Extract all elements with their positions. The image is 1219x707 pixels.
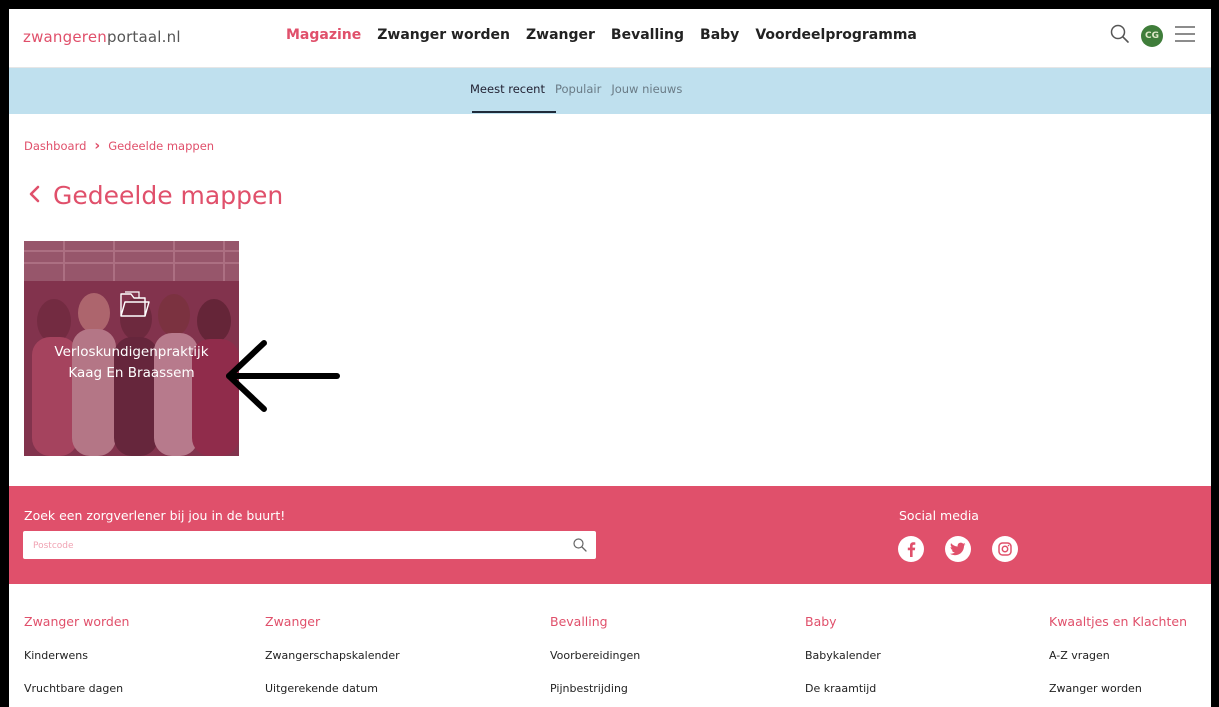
active-tab-indicator [472, 111, 556, 113]
menu-icon[interactable] [1173, 23, 1197, 49]
sub-nav-tabs: Meest recent Populair Jouw nieuws [470, 82, 692, 96]
footer-heading[interactable]: Kwaaltjes en Klachten [1049, 614, 1187, 632]
site-header: zwangerenportaal.nl Magazine Zwanger wor… [9, 9, 1211, 68]
header-actions: CG [1109, 23, 1197, 49]
footer-link[interactable]: Voorbereidingen [550, 649, 640, 666]
nav-zwanger[interactable]: Zwanger [526, 27, 595, 43]
folder-name: Verloskundigenpraktijk Kaag En Braassem [24, 342, 239, 384]
footer-link[interactable]: Zwanger worden [1049, 682, 1187, 699]
folder-icon [115, 286, 151, 326]
search-icon[interactable] [1109, 23, 1131, 49]
footer-column-zwanger: Zwanger Zwangerschapskalender Uitgereken… [265, 614, 400, 707]
tab-jouw-nieuws[interactable]: Jouw nieuws [611, 82, 682, 96]
facebook-icon[interactable] [898, 536, 924, 562]
footer-link[interactable]: Pijnbestrijding [550, 682, 640, 699]
social-media-title: Social media [899, 508, 979, 523]
browser-page: zwangerenportaal.nl Magazine Zwanger wor… [9, 9, 1211, 707]
logo-part-1: zwangeren [23, 28, 107, 46]
nav-baby[interactable]: Baby [700, 27, 739, 43]
provider-search-title: Zoek een zorgverlener bij jou in de buur… [24, 508, 286, 523]
footer-link[interactable]: A-Z vragen [1049, 649, 1187, 666]
footer-link[interactable]: Zwangerschapskalender [265, 649, 400, 666]
footer-column-baby: Baby Babykalender De kraamtijd [805, 614, 881, 707]
breadcrumb-dashboard[interactable]: Dashboard [24, 139, 86, 153]
footer-heading[interactable]: Zwanger [265, 614, 400, 632]
page-title-text: Gedeelde mappen [53, 181, 284, 210]
avatar[interactable]: CG [1141, 25, 1163, 47]
folder-name-line-1: Verloskundigenpraktijk [54, 344, 209, 360]
nav-magazine[interactable]: Magazine [286, 27, 361, 43]
footer-heading[interactable]: Baby [805, 614, 881, 632]
postcode-search [23, 531, 596, 559]
twitter-icon[interactable] [945, 536, 971, 562]
social-links [898, 536, 1018, 562]
chevron-right-icon: › [94, 138, 101, 154]
breadcrumb-gedeelde-mappen[interactable]: Gedeelde mappen [108, 139, 214, 153]
search-icon[interactable] [572, 537, 588, 557]
footer-heading[interactable]: Zwanger worden [24, 614, 129, 632]
folder-name-line-2: Kaag En Braassem [68, 365, 195, 381]
tab-meest-recent[interactable]: Meest recent [470, 82, 545, 96]
page-title: Gedeelde mappen [27, 181, 283, 210]
provider-search-band: Zoek een zorgverlener bij jou in de buur… [9, 486, 1211, 584]
footer-link[interactable]: De kraamtijd [805, 682, 881, 699]
shared-folder-card[interactable]: Verloskundigenpraktijk Kaag En Braassem [24, 241, 239, 456]
footer-link[interactable]: Vruchtbare dagen [24, 682, 129, 699]
footer-link[interactable]: Uitgerekende datum [265, 682, 400, 699]
footer-link[interactable]: Babykalender [805, 649, 881, 666]
site-logo[interactable]: zwangerenportaal.nl [23, 28, 181, 46]
annotation-arrow-icon [226, 340, 340, 412]
breadcrumb: Dashboard › Gedeelde mappen [24, 138, 214, 154]
logo-part-2: portaal.nl [106, 28, 181, 46]
footer-heading[interactable]: Bevalling [550, 614, 640, 632]
footer-link[interactable]: Kinderwens [24, 649, 129, 666]
back-chevron-icon[interactable] [27, 181, 41, 210]
main-nav: Magazine Zwanger worden Zwanger Bevallin… [286, 27, 933, 43]
nav-bevalling[interactable]: Bevalling [611, 27, 684, 43]
footer-column-bevalling: Bevalling Voorbereidingen Pijnbestrijdin… [550, 614, 640, 707]
instagram-icon[interactable] [992, 536, 1018, 562]
nav-zwanger-worden[interactable]: Zwanger worden [377, 27, 510, 43]
postcode-input[interactable] [31, 537, 555, 555]
footer-column-zwanger-worden: Zwanger worden Kinderwens Vruchtbare dag… [24, 614, 129, 707]
footer-column-kwaaltjes: Kwaaltjes en Klachten A-Z vragen Zwanger… [1049, 614, 1187, 707]
nav-voordeelprogramma[interactable]: Voordeelprogramma [755, 27, 917, 43]
sub-nav: Meest recent Populair Jouw nieuws [9, 68, 1211, 114]
tab-populair[interactable]: Populair [555, 82, 601, 96]
